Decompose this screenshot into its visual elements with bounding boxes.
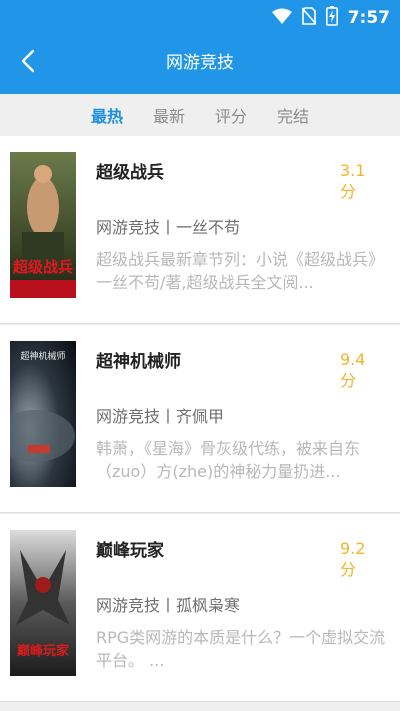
book-description: 超级战兵最新章节列：小说《超级战兵》一丝不苟/著,超级战兵全文阅... <box>96 250 385 292</box>
page-title: 网游竞技 <box>166 53 234 73</box>
score-value: 9.2 <box>340 539 366 558</box>
score-value: 3.1 <box>340 161 366 180</box>
score-unit: 分 <box>340 560 357 579</box>
book-cover[interactable]: 超级战兵 <box>10 152 76 298</box>
book-score: 3.1 分 <box>340 160 365 202</box>
book-item[interactable]: 超级战兵 超级战兵 3.1 分 网游竞技丨一丝不苟 超级战兵最新章节列：小说《超… <box>0 136 400 324</box>
score-value: 9.4 <box>340 350 366 369</box>
book-score: 9.4 分 <box>340 349 365 391</box>
cover-title-text: 超级战兵 <box>12 258 73 276</box>
no-sim-icon <box>301 7 317 29</box>
score-unit: 分 <box>340 371 357 390</box>
book-list: 超级战兵 超级战兵 3.1 分 网游竞技丨一丝不苟 超级战兵最新章节列：小说《超… <box>0 136 400 703</box>
cover-title-text: 巅峰玩家 <box>17 643 70 659</box>
book-title: 超神机械师 <box>96 352 181 372</box>
tab-newest[interactable]: 最新 <box>151 103 187 127</box>
book-item[interactable]: 超神机械师 超神机械师 9.4 分 网游竞技丨齐佩甲 韩萧，《星海》骨灰级代练，… <box>0 325 400 513</box>
status-time: 7:57 <box>347 8 390 28</box>
book-score: 9.2 分 <box>340 538 365 580</box>
tab-hottest[interactable]: 最热 <box>89 103 125 127</box>
book-cover[interactable]: 巅峰玩家 <box>10 530 76 676</box>
score-unit: 分 <box>340 182 357 201</box>
tab-rating[interactable]: 评分 <box>213 103 249 127</box>
tab-completed[interactable]: 完结 <box>275 103 311 127</box>
book-title: 巅峰玩家 <box>96 541 164 561</box>
book-meta: 网游竞技丨孤枫枭寒 <box>96 596 241 615</box>
category-tabs: 最热 最新 评分 完结 <box>0 94 400 136</box>
book-title: 超级战兵 <box>96 163 164 183</box>
book-meta: 网游竞技丨齐佩甲 <box>96 407 225 426</box>
status-bar: 7:57 <box>0 0 400 32</box>
book-description: RPG类网游的本质是什么？一个虚拟交流平台。 ... <box>96 628 386 670</box>
book-description: 韩萧，《星海》骨灰级代练，被来自东（zuo）方(zhe)的神秘力量扔进... <box>96 439 361 481</box>
app-bar: 网游竞技 <box>0 32 400 94</box>
book-item[interactable]: 巅峰玩家 巅峰玩家 9.2 分 网游竞技丨孤枫枭寒 RPG类网游的本质是什么？一… <box>0 514 400 702</box>
cover-title-text: 超神机械师 <box>20 350 65 362</box>
status-icons: 7:57 <box>271 6 390 30</box>
wifi-icon <box>271 8 292 28</box>
book-meta: 网游竞技丨一丝不苟 <box>96 218 241 237</box>
battery-charging-icon <box>325 6 338 30</box>
book-cover[interactable]: 超神机械师 <box>10 341 76 487</box>
